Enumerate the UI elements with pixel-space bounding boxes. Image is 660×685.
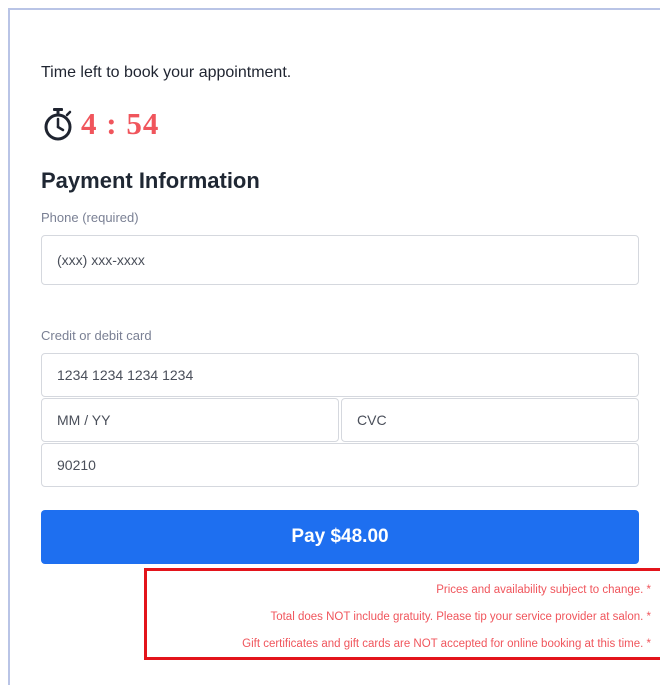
phone-label: Phone (required) [41,210,139,225]
disclaimer-gratuity: Total does NOT include gratuity. Please … [270,611,651,623]
card-expiry-input[interactable] [41,398,339,442]
countdown-timer: 4 : 54 [41,104,159,144]
disclaimer-prices: Prices and availability subject to chang… [436,584,651,596]
booking-panel: Time left to book your appointment. 4 : … [8,8,660,685]
card-zip-input[interactable] [41,443,639,487]
card-cvc-input[interactable] [341,398,639,442]
timer-note: Time left to book your appointment. [41,64,292,81]
stopwatch-icon [44,108,72,141]
card-number-input[interactable] [41,353,639,397]
disclaimer-box: Prices and availability subject to chang… [144,568,660,660]
phone-input[interactable] [41,235,639,285]
disclaimer-gift-cards: Gift certificates and gift cards are NOT… [242,638,651,650]
timer-value: 4 : 54 [81,106,160,141]
pay-button[interactable]: Pay $48.00 [41,510,639,564]
page-title: Payment Information [41,168,260,193]
card-label: Credit or debit card [41,328,152,343]
